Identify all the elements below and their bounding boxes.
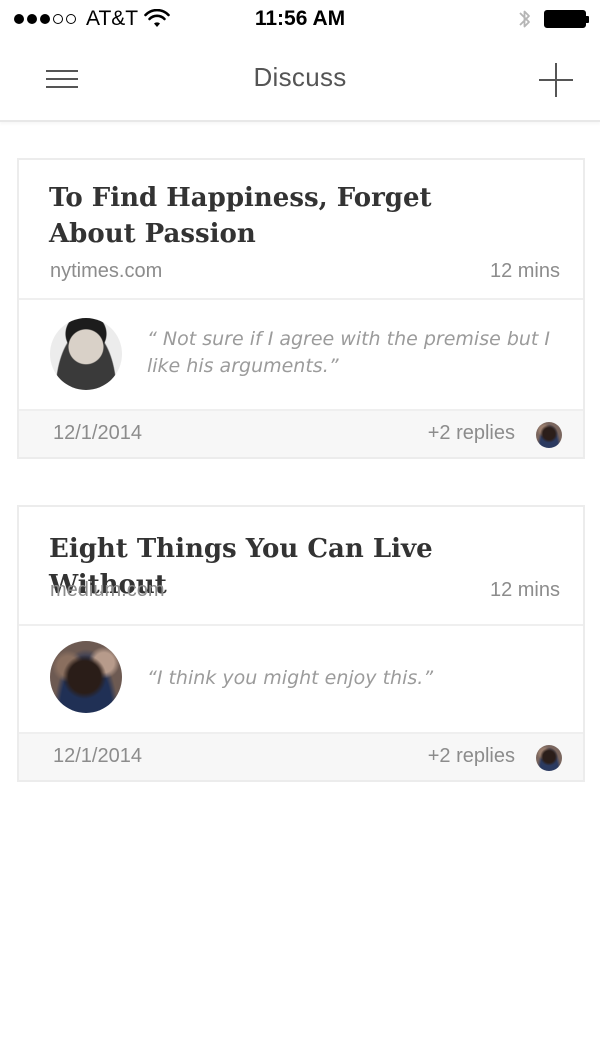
read-time: 12 mins xyxy=(489,260,560,282)
read-time: 12 mins xyxy=(489,579,560,601)
comment-row: “I think you might enjoy this.” xyxy=(19,626,583,734)
bluetooth-icon xyxy=(519,10,530,28)
comment-row: “ Not sure if I agree with the premise b… xyxy=(19,300,583,411)
status-left: AT&T xyxy=(14,7,170,31)
nav-bar: Discuss xyxy=(0,38,600,122)
article-source: nytimes.com xyxy=(50,260,163,282)
reply-avatar xyxy=(536,745,562,771)
article-source: medium.com xyxy=(50,579,165,601)
replies-link[interactable]: +2 replies xyxy=(428,422,515,445)
battery-icon xyxy=(544,10,589,28)
discussion-card[interactable]: Eight Things You Can Live Without medium… xyxy=(17,505,585,782)
signal-dots-icon xyxy=(14,14,76,24)
carrier-label: AT&T xyxy=(86,7,139,30)
card-header: Eight Things You Can Live Without medium… xyxy=(19,507,583,626)
discussion-card[interactable]: To Find Happiness, Forget About Passion … xyxy=(17,158,585,459)
status-right xyxy=(518,7,589,31)
card-header: To Find Happiness, Forget About Passion … xyxy=(19,160,583,300)
article-title[interactable]: To Find Happiness, Forget About Passion xyxy=(49,180,583,252)
avatar xyxy=(50,318,122,390)
reply-avatar xyxy=(536,422,562,448)
wifi-icon xyxy=(144,9,170,27)
status-bar: AT&T 11:56 AM xyxy=(0,0,600,38)
comment-text: “ Not sure if I agree with the premise b… xyxy=(147,328,551,377)
card-footer: 12/1/2014 +2 replies xyxy=(19,411,583,457)
comment-date: 12/1/2014 xyxy=(53,422,142,444)
plus-icon[interactable] xyxy=(538,62,574,98)
comment-text: “I think you might enjoy this.” xyxy=(147,667,434,689)
comment-date: 12/1/2014 xyxy=(53,745,142,767)
card-footer: 12/1/2014 +2 replies xyxy=(19,734,583,780)
replies-link[interactable]: +2 replies xyxy=(428,745,515,768)
avatar xyxy=(50,641,122,713)
page-title: Discuss xyxy=(253,62,347,92)
